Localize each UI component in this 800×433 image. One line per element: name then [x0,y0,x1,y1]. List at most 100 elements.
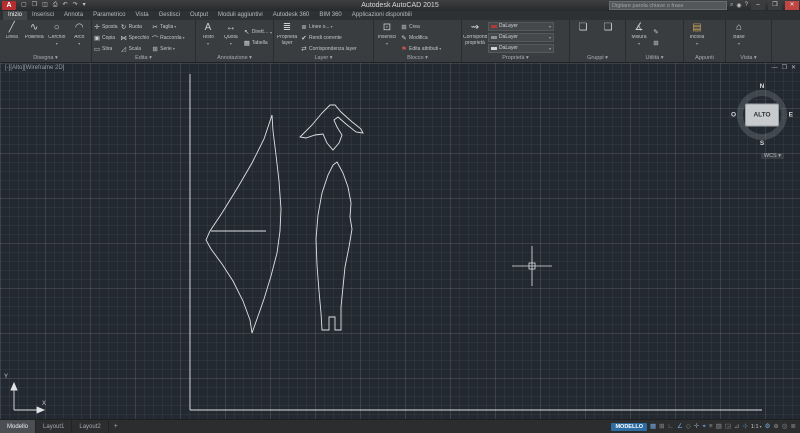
ribbon-tab-applicazioni-disponibili[interactable]: Applicazioni disponibili [347,11,417,20]
panel-title-propriet[interactable]: Proprietà ▾ [462,54,569,62]
selection-cycling-icon[interactable]: ◲ [725,421,731,433]
ribbon-tab-autodesk-360[interactable]: Autodesk 360 [268,11,315,20]
annotation-monitor-icon[interactable]: ⊕ [773,421,778,433]
transparency-icon[interactable]: ▨ [716,421,722,433]
inserisci-button[interactable]: ⊡Inserisci▾ [375,21,399,54]
grid-icon[interactable]: ▦ [650,421,656,433]
property-dropdown-2[interactable]: DaLayer▾ [488,44,554,53]
taglia-button[interactable]: ✂Taglia▾ [151,21,184,32]
new-file-icon[interactable]: ▢ [19,1,29,10]
rendi-corrente-button[interactable]: ✔Rendi corrente [300,32,357,43]
drawing-window-close-icon[interactable]: ✕ [791,64,796,72]
scala-button[interactable]: ◿Scala [120,43,150,54]
panel-title-appunti[interactable]: Appunti [684,54,725,62]
panel-title-edita[interactable]: Edita ▾ [92,54,195,62]
customize-icon[interactable]: ≣ [791,421,796,433]
annotation-scale-dropdown[interactable]: 1:1 ▾ [751,424,762,430]
ungroup-icon-button[interactable]: ❏ [596,21,620,54]
close-button[interactable]: ✕ [785,1,799,10]
serie-button[interactable]: ⊞Serie▾ [151,43,184,54]
help-icon[interactable]: ? [745,2,748,9]
plot-icon[interactable]: ⎙ [51,1,60,10]
panel-title-utilit[interactable]: Utilità ▾ [626,54,683,62]
drawing-window-minimize-icon[interactable]: — [772,64,778,72]
wcs-dropdown[interactable]: WCS ▾ [761,153,784,159]
isolate-objects-icon[interactable]: ◎ [782,421,788,433]
viewcube-top-face[interactable]: ALTO [745,104,779,127]
dynamic-ucs-icon[interactable]: ⊿ [734,421,739,433]
edita-attributi-button[interactable]: ⚑Edita attributi▾ [400,43,441,54]
object-snap-tracking-icon[interactable]: ✛ [694,421,699,433]
open-file-icon[interactable]: ❒ [30,1,39,10]
redo-icon[interactable]: ↷ [71,1,80,10]
testo-button[interactable]: ATesto▾ [197,21,219,54]
panel-title-layer[interactable]: Layer ▾ [274,54,373,62]
crea-button[interactable]: ⊞Crea [400,21,441,32]
drawing-window-restore-icon[interactable]: ❐ [782,64,787,72]
viewcube-east[interactable]: E [789,112,793,119]
viewcube[interactable]: N E S O ALTO [730,83,794,147]
linea-button[interactable]: ╱Linea [1,21,23,54]
minimize-button[interactable]: – [751,1,765,10]
polilinea-button[interactable]: ∿Polilinea [24,21,46,54]
dynamic-input-icon[interactable]: ⊹ [742,421,747,433]
ribbon-tab-vista[interactable]: Vista [130,11,153,20]
viewcube-south[interactable]: S [760,140,764,147]
raccorda-button[interactable]: ⌒Raccorda▾ [151,32,184,43]
workspace-gear-icon[interactable]: ⚙ [765,421,771,433]
tabella-button[interactable]: ▦Tabella [243,38,272,49]
search-input[interactable] [609,1,727,10]
ortho-icon[interactable]: ∟ [668,421,674,433]
ribbon-tab-gestisci[interactable]: Gestisci [154,11,185,20]
isodraft-icon[interactable]: ◇ [686,421,691,433]
pick-icon-button[interactable]: ✎ [652,27,660,38]
sposta-button[interactable]: ✛Sposta [93,21,118,32]
viewcube-west[interactable]: O [731,112,736,119]
property-dropdown-0[interactable]: DaLayer▾ [488,22,554,31]
ruota-button[interactable]: ↻Ruota [120,21,150,32]
count-icon-button[interactable]: ⊞ [652,38,660,49]
layout-tab-modello[interactable]: Modello [0,420,36,433]
viewcube-north[interactable]: N [760,83,765,90]
corrispondenza-layer-button[interactable]: ⇄Corrispondenza layer [300,43,357,54]
model-space-button[interactable]: MODELLO [611,423,647,431]
ribbon-tab-parametrico[interactable]: Parametrico [88,11,130,20]
search-icon[interactable]: ⌕ [730,2,733,9]
modifica-button[interactable]: ✎Modifica [400,32,441,43]
group-icon-button[interactable]: ❏ [571,21,595,54]
snap-icon[interactable]: ⊞ [659,421,664,433]
cerchio-button[interactable]: ○Cerchio▾ [46,21,68,54]
new-layout-button[interactable]: + [109,420,123,433]
ribbon-tab-output[interactable]: Output [185,11,213,20]
ribbon-tab-inizio[interactable]: Inizio [3,11,27,20]
panel-title-gruppi[interactable]: Gruppi ▾ [570,54,625,62]
panel-title-vista[interactable]: Vista ▾ [726,54,771,62]
propriet-layer-button[interactable]: ≣Proprietà layer [275,21,299,54]
ribbon-tab-bim-360[interactable]: BIM 360 [314,11,346,20]
viewport-label[interactable]: [-][Alto][Wireframe 2D] [5,65,64,71]
arco-button[interactable]: ◠Arco▾ [69,21,91,54]
undo-icon[interactable]: ↶ [61,1,70,10]
maximize-button[interactable]: ❐ [768,1,782,10]
panel-title-disegna[interactable]: Disegna ▾ [0,54,91,62]
property-dropdown-1[interactable]: DaLayer▾ [488,33,554,42]
direttrice-button[interactable]: ↖Direttrice▾ [243,27,272,38]
polar-tracking-icon[interactable]: ∠ [677,421,683,433]
lineweight-icon[interactable]: ≡ [709,421,713,433]
linee-o-button[interactable]: ≣Linee o...▾ [300,21,357,32]
stira-button[interactable]: ▭Stira [93,43,118,54]
corrispondenza-propriet-button[interactable]: ⇝Corrispondenza proprietà [463,21,487,54]
object-snap-icon[interactable]: ⌖ [702,421,706,433]
quota-button[interactable]: ↔Quota▾ [220,21,242,54]
ribbon-tab-moduli-aggiuntivi[interactable]: Moduli aggiuntivi [213,11,268,20]
signin-icon[interactable]: ◉ [736,2,741,9]
copia-button[interactable]: ▣Copia [93,32,118,43]
drawing-area[interactable]: [-][Alto][Wireframe 2D] — ❐ ✕ N E S O AL… [0,63,800,419]
base-button[interactable]: ⌂Base▾ [727,21,751,54]
layout-tab-layout1[interactable]: Layout1 [36,420,72,433]
incolla-button[interactable]: ▤Incolla▾ [685,21,709,54]
panel-title-blocco[interactable]: Blocco ▾ [374,54,461,62]
quick-access-dropdown-icon[interactable]: ▾ [81,1,88,10]
app-logo[interactable]: A [2,1,16,10]
ribbon-tab-inserisci[interactable]: Inserisci [27,11,59,20]
